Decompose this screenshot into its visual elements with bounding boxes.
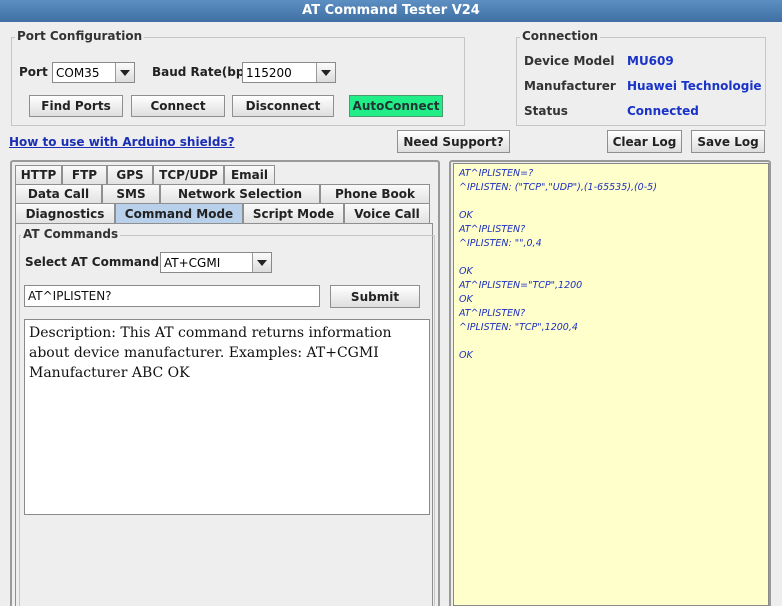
port-select-value: COM35 xyxy=(56,66,100,80)
disconnect-button[interactable]: Disconnect xyxy=(232,95,334,117)
log-line: AT^IPLISTEN? xyxy=(459,224,526,235)
tab-tcp-udp[interactable]: TCP/UDP xyxy=(153,165,224,184)
tab-http[interactable]: HTTP xyxy=(15,165,62,184)
port-configuration-title: Port Configuration xyxy=(15,29,145,43)
log-line: ^IPLISTEN: "",0,4 xyxy=(459,238,542,249)
at-commands-title: AT Commands xyxy=(21,227,121,241)
clear-log-button[interactable]: Clear Log xyxy=(607,130,682,153)
tab-voice-call[interactable]: Voice Call xyxy=(344,203,430,223)
need-support-button[interactable]: Need Support? xyxy=(397,130,510,153)
port-select[interactable]: COM35 xyxy=(52,62,135,83)
log-line: AT^IPLISTEN? xyxy=(459,308,526,319)
tab-phone-book[interactable]: Phone Book xyxy=(320,184,430,203)
chevron-down-icon[interactable] xyxy=(316,63,335,82)
baud-rate-value: 115200 xyxy=(246,66,292,80)
command-description: Description: This AT command returns inf… xyxy=(24,319,430,515)
window-title: AT Command Tester V24 xyxy=(0,0,782,22)
log-line: AT^IPLISTEN="TCP",1200 xyxy=(459,280,583,291)
baud-rate-select[interactable]: 115200 xyxy=(242,62,336,83)
status-value: Connected xyxy=(627,104,699,118)
tab-email[interactable]: Email xyxy=(224,165,275,184)
find-ports-button[interactable]: Find Ports xyxy=(29,95,123,117)
at-command-select-value: AT+CGMI xyxy=(164,256,221,270)
tab-data-call[interactable]: Data Call xyxy=(15,184,102,203)
arduino-help-link[interactable]: How to use with Arduino shields? xyxy=(9,135,235,149)
log-line: AT^IPLISTEN=? xyxy=(459,168,534,179)
manufacturer-label: Manufacturer xyxy=(524,79,616,93)
submit-button[interactable]: Submit xyxy=(330,285,420,308)
port-label: Port xyxy=(19,65,48,79)
tab-ftp[interactable]: FTP xyxy=(62,165,107,184)
status-label: Status xyxy=(524,104,568,118)
tab-sms[interactable]: SMS xyxy=(102,184,160,203)
tab-diagnostics[interactable]: Diagnostics xyxy=(15,203,115,223)
log-line: OK xyxy=(459,266,473,277)
at-command-input[interactable]: AT^IPLISTEN? xyxy=(24,285,320,307)
tab-command-mode[interactable]: Command Mode xyxy=(115,203,243,223)
connection-title: Connection xyxy=(520,29,601,43)
tab-script-mode[interactable]: Script Mode xyxy=(243,203,344,223)
manufacturer-value: Huawei Technologie... xyxy=(627,79,762,93)
log-line: ^IPLISTEN: ("TCP","UDP"),(1-65535),(0-5) xyxy=(459,182,657,193)
tab-network-selection[interactable]: Network Selection xyxy=(160,184,320,203)
response-log[interactable]: AT^IPLISTEN=? ^IPLISTEN: ("TCP","UDP"),(… xyxy=(453,163,769,606)
chevron-down-icon[interactable] xyxy=(115,63,134,82)
autoconnect-button[interactable]: AutoConnect xyxy=(349,95,443,117)
device-model-value: MU609 xyxy=(627,54,674,68)
log-line: OK xyxy=(459,350,473,361)
chevron-down-icon[interactable] xyxy=(252,253,271,272)
save-log-button[interactable]: Save Log xyxy=(691,130,765,153)
device-model-label: Device Model xyxy=(524,54,615,68)
log-line: OK xyxy=(459,294,473,305)
at-command-select[interactable]: AT+CGMI xyxy=(160,252,272,273)
tab-gps[interactable]: GPS xyxy=(107,165,153,184)
log-line: ^IPLISTEN: "TCP",1200,4 xyxy=(459,322,578,333)
connect-button[interactable]: Connect xyxy=(131,95,225,117)
log-line: OK xyxy=(459,210,473,221)
select-at-command-label: Select AT Command xyxy=(25,255,160,269)
